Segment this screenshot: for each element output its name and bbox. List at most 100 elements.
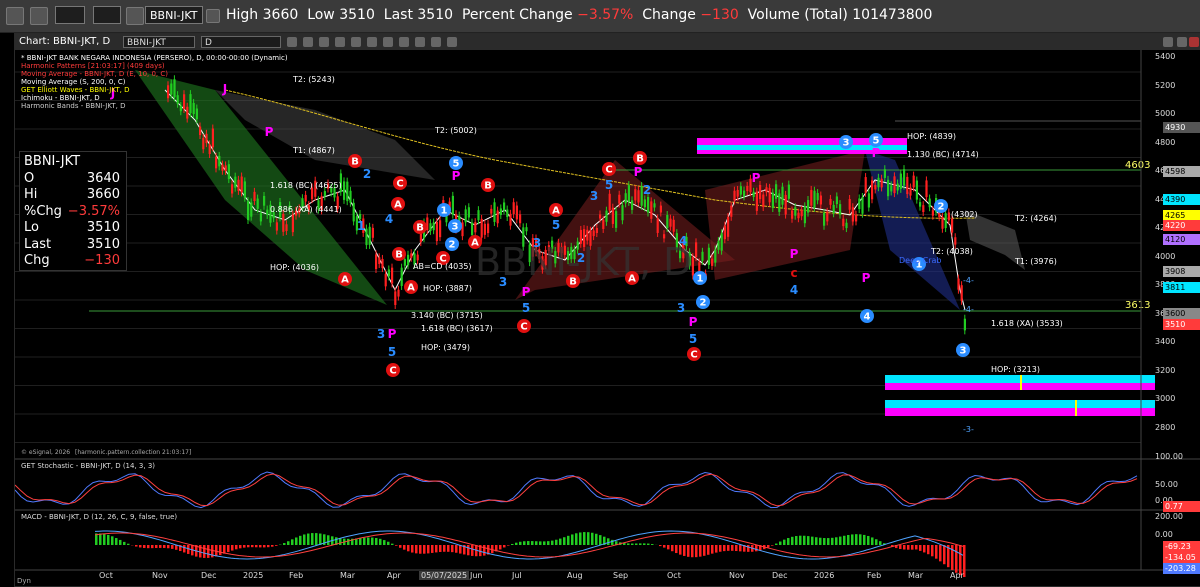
toolbar-icon[interactable] xyxy=(335,37,345,47)
wave-label-text[interactable]: P xyxy=(522,285,531,299)
wave-label-text[interactable]: 5 xyxy=(388,345,396,359)
macd-bar xyxy=(143,545,146,548)
macd-bar xyxy=(327,535,330,545)
wave-label-icon[interactable]: 1 xyxy=(437,203,451,217)
window-icon[interactable] xyxy=(30,7,48,25)
wave-label-icon[interactable]: 1 xyxy=(693,271,707,285)
toolbar-icon[interactable] xyxy=(431,37,441,47)
wave-label-text[interactable]: 5 xyxy=(522,301,530,315)
wave-label-icon[interactable]: A xyxy=(549,203,563,217)
wave-label-icon[interactable]: A xyxy=(625,271,639,285)
wave-label-text[interactable]: 4 xyxy=(679,234,687,248)
wave-label-icon[interactable]: B xyxy=(633,151,647,165)
wave-label-text[interactable]: P xyxy=(862,271,871,285)
toolbar-icon[interactable] xyxy=(351,37,361,47)
svg-text:3: 3 xyxy=(843,138,850,149)
wave-label-text[interactable]: 5 xyxy=(552,218,560,232)
legend-item[interactable]: Moving Average (S, 200, 0, C) xyxy=(21,78,288,86)
toolbar-icon[interactable] xyxy=(367,37,377,47)
candle-body xyxy=(285,224,287,231)
macd-bar xyxy=(159,545,162,548)
toolbar-icon[interactable] xyxy=(415,37,425,47)
wave-label-text[interactable]: c xyxy=(790,266,797,280)
legend-item[interactable]: Ichimoku - BBNI-JKT, D xyxy=(21,94,288,102)
chart-symbol-input[interactable]: BBNI-JKT xyxy=(123,36,195,48)
close-icon[interactable] xyxy=(1189,37,1199,47)
wave-label-icon[interactable]: B xyxy=(392,247,406,261)
candle-body xyxy=(861,197,863,214)
macd-bar xyxy=(691,545,694,557)
chart-interval-input[interactable]: D xyxy=(201,36,281,48)
minimize-icon[interactable] xyxy=(1163,37,1173,47)
wave-label-icon[interactable]: A xyxy=(404,280,418,294)
wave-label-icon[interactable]: 2 xyxy=(934,199,948,213)
wave-label-icon[interactable]: C xyxy=(386,363,400,377)
legend-item[interactable]: Moving Average - BBNI-JKT, D (E, 10, 0, … xyxy=(21,70,288,78)
wave-label-icon[interactable]: C xyxy=(687,347,701,361)
toolbar-icon[interactable] xyxy=(287,37,297,47)
wave-label-icon[interactable]: C xyxy=(517,319,531,333)
wave-label-icon[interactable]: 3 xyxy=(839,135,853,149)
wave-label-icon[interactable]: A xyxy=(391,197,405,211)
wave-label-icon[interactable]: C xyxy=(393,176,407,190)
toolbar-icon[interactable] xyxy=(303,37,313,47)
legend-item[interactable]: Harmonic Bands - BBNI-JKT, D xyxy=(21,102,288,110)
wave-label-icon[interactable]: A xyxy=(338,272,352,286)
wave-label-text[interactable]: 4 xyxy=(790,283,798,297)
wave-label-icon[interactable]: 5 xyxy=(449,156,463,170)
wave-label-text[interactable]: P xyxy=(388,327,397,341)
wave-label-text[interactable]: 3 xyxy=(677,301,685,315)
wave-label-icon[interactable]: C xyxy=(602,162,616,176)
legend-item[interactable]: * BBNI-JKT BANK NEGARA INDONESIA (PERSER… xyxy=(21,54,288,62)
wave-label-text[interactable]: 5 xyxy=(689,332,697,346)
wave-label-icon[interactable]: 3 xyxy=(956,343,970,357)
wave-label-text[interactable]: 3 xyxy=(590,189,598,203)
wave-label-text[interactable]: 2 xyxy=(577,251,585,265)
legend-item[interactable]: Harmonic Patterns [21:03:17] (409 days) xyxy=(21,62,288,70)
wave-label-text[interactable]: 1 xyxy=(357,219,365,233)
layout-dropdown[interactable] xyxy=(55,6,85,24)
wave-label-text[interactable]: P xyxy=(452,169,461,183)
wave-label-icon[interactable]: B xyxy=(348,154,362,168)
wave-label-text[interactable]: P xyxy=(634,165,643,179)
wave-label-text[interactable]: 2 xyxy=(643,183,651,197)
wave-label-text[interactable]: 3 xyxy=(533,236,541,250)
wave-label-icon[interactable]: A xyxy=(468,235,482,249)
macd-bar xyxy=(363,538,366,545)
menu-icon[interactable] xyxy=(6,7,24,25)
wave-label-text[interactable]: 4 xyxy=(385,212,393,226)
wave-label-text[interactable]: P xyxy=(872,146,881,160)
symbol-input[interactable]: BBNI-JKT xyxy=(145,6,203,24)
wave-label-icon[interactable]: B xyxy=(566,274,580,288)
level-label: T2: (5243) xyxy=(292,75,335,84)
wave-label-icon[interactable]: 3 xyxy=(448,219,462,233)
wave-label-text[interactable]: 3 xyxy=(499,275,507,289)
toolbar-icon[interactable] xyxy=(447,37,457,47)
maximize-icon[interactable] xyxy=(1177,37,1187,47)
legend-item[interactable]: GET Elliott Waves - BBNI-JKT, D xyxy=(21,86,288,94)
macd-bar xyxy=(339,538,342,545)
wave-label-icon[interactable]: 4 xyxy=(860,309,874,323)
wave-label-text[interactable]: 2 xyxy=(363,167,371,181)
macd-bar xyxy=(939,545,942,561)
wave-label-text[interactable]: P xyxy=(689,315,698,329)
macd-bar xyxy=(415,545,418,553)
stoch-tag: 0.77 xyxy=(1163,501,1200,512)
wave-label-icon[interactable]: B xyxy=(481,178,495,192)
toolbar-icon[interactable] xyxy=(383,37,393,47)
link-icon[interactable] xyxy=(126,7,144,25)
wave-label-text[interactable]: P xyxy=(790,247,799,261)
toolbar-icon[interactable] xyxy=(399,37,409,47)
wave-label-icon[interactable]: 2 xyxy=(445,237,459,251)
wave-label-text[interactable]: 3 xyxy=(377,327,385,341)
wave-label-text[interactable]: P xyxy=(752,171,761,185)
page-dropdown[interactable] xyxy=(93,6,121,24)
wave-label-text[interactable]: P xyxy=(265,125,274,139)
wave-label-icon[interactable]: B xyxy=(413,220,427,234)
wave-label-icon[interactable]: 2 xyxy=(696,295,710,309)
toolbar-icon[interactable] xyxy=(319,37,329,47)
wave-label-icon[interactable]: 5 xyxy=(869,133,883,147)
symbol-settings-icon[interactable] xyxy=(206,9,220,23)
wave-label-text[interactable]: 5 xyxy=(605,178,613,192)
price-chart[interactable]: BBNI-JKT, D BCABBCAACBAABACBCC5132123521… xyxy=(15,50,1200,586)
